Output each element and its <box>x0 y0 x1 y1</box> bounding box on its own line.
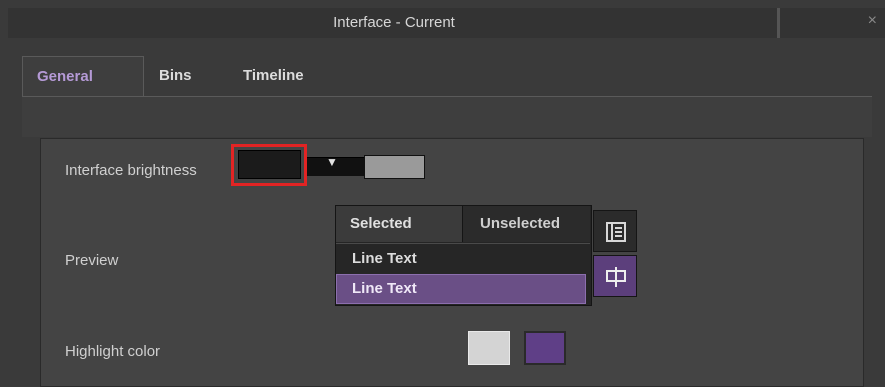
title-bar: Interface - Current × <box>8 8 885 39</box>
tab-timeline-viewers[interactable]: Timeline & Viewers <box>229 56 318 164</box>
preview-tab-selected[interactable]: Selected <box>336 206 463 242</box>
list-view-icon <box>606 222 626 242</box>
frame-view-icon <box>606 267 626 287</box>
preview-tab-unselected[interactable]: Unselected <box>463 206 590 242</box>
tab-content-header <box>22 96 872 137</box>
tab-bins[interactable]: Bins <box>145 56 206 96</box>
highlight-color-label: Highlight color <box>65 343 161 360</box>
preview-line-normal: Line Text <box>336 243 590 274</box>
title-separator <box>777 8 780 38</box>
preview-tab-unselected-label: Unselected <box>480 215 561 232</box>
list-view-button[interactable] <box>593 210 637 252</box>
preview-line-highlighted: Line Text <box>336 274 586 304</box>
preview-label: Preview <box>65 252 119 269</box>
brightness-slider-fill <box>364 155 425 179</box>
interface-brightness-label: Interface brightness <box>65 162 197 179</box>
highlight-swatch-purple[interactable] <box>524 331 566 365</box>
preview-tab-selected-label: Selected <box>350 215 412 232</box>
close-icon[interactable]: × <box>868 12 877 30</box>
triangle-thumb-icon[interactable]: ▼ <box>326 155 338 169</box>
window-title: Interface - Current <box>333 14 455 31</box>
frame-view-button[interactable] <box>593 255 637 297</box>
preview-line-highlighted-text: Line Text <box>352 280 417 297</box>
tab-general[interactable]: General <box>22 56 144 97</box>
selection-highlight-frame <box>231 144 307 186</box>
highlight-swatch-gray[interactable] <box>468 331 510 365</box>
preview-line-normal-text: Line Text <box>352 250 417 267</box>
